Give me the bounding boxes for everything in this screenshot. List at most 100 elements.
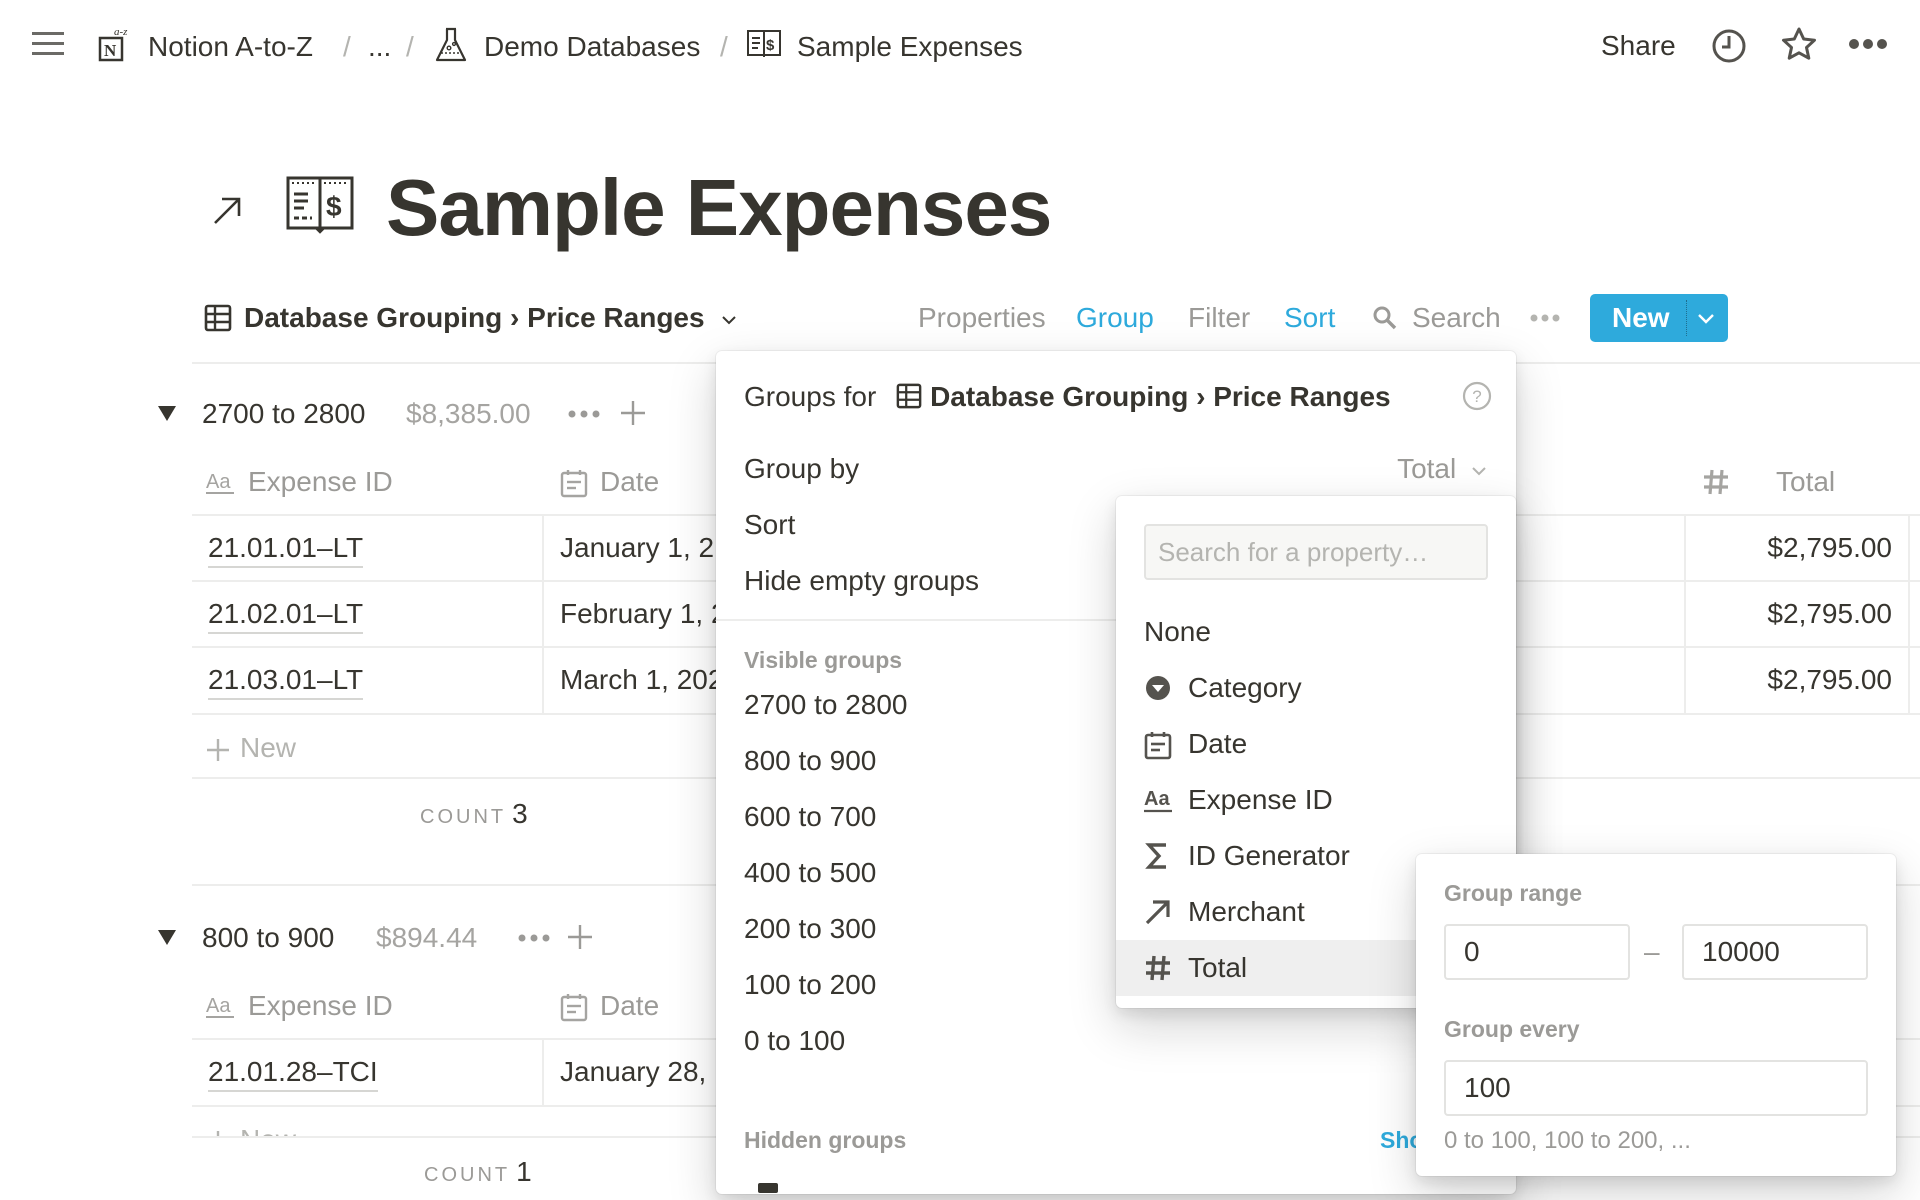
breadcrumb-demo-databases[interactable]: Demo Databases xyxy=(484,30,700,64)
collapse-triangle-icon[interactable] xyxy=(157,928,177,946)
count-value: 3 xyxy=(512,798,528,829)
flask-icon xyxy=(434,26,468,64)
cell-total[interactable]: $2,795.00 xyxy=(1767,596,1892,632)
add-new-row-clipped[interactable]: New xyxy=(192,1106,752,1136)
property-option-label: None xyxy=(1144,616,1211,647)
visible-group-item[interactable]: 400 to 500 xyxy=(744,855,876,891)
property-option-label: Date xyxy=(1188,728,1248,759)
property-option-label: Merchant xyxy=(1188,896,1305,927)
text-title-icon: Aa xyxy=(1144,786,1172,814)
search-icon[interactable] xyxy=(1372,305,1398,331)
view-more-icon[interactable] xyxy=(1530,313,1560,323)
relation-arrow-icon xyxy=(1144,898,1172,926)
visible-group-item[interactable]: 2700 to 2800 xyxy=(744,687,908,723)
search-button[interactable]: Search xyxy=(1412,300,1501,336)
collapse-triangle-icon[interactable] xyxy=(157,404,177,422)
property-option-expense-id[interactable]: Aa Expense ID xyxy=(1116,772,1516,828)
group-more-icon[interactable] xyxy=(568,409,600,419)
calendar-icon xyxy=(560,468,588,498)
cell-total[interactable]: $2,795.00 xyxy=(1767,662,1892,698)
group-by-select[interactable]: Total xyxy=(1397,451,1488,487)
group-range-popover: Group range – Group every 0 to 100, 100 … xyxy=(1416,854,1896,1176)
arrow-up-right-icon[interactable] xyxy=(210,192,246,228)
count-value: 1 xyxy=(516,1156,532,1187)
text-title-icon: Aa xyxy=(206,994,236,1020)
group-sum: $894.44 xyxy=(376,922,478,953)
breadcrumb: Na-z Notion A-to-Z / ... / Demo Database… xyxy=(0,0,1100,92)
group-add-icon[interactable] xyxy=(620,400,646,426)
column-header-expense-id[interactable]: Expense ID xyxy=(248,988,393,1024)
notion-az-icon: Na-z xyxy=(98,24,132,64)
groups-popover-header: Groups for Database Grouping › Price Ran… xyxy=(744,379,1391,415)
hide-empty-groups-option[interactable]: Hide empty groups xyxy=(744,563,979,599)
visible-group-item[interactable]: 200 to 300 xyxy=(744,911,876,947)
svg-text:Aa: Aa xyxy=(206,471,231,493)
sort-button[interactable]: Sort xyxy=(1284,300,1335,336)
group-title[interactable]: 2700 to 2800 xyxy=(202,396,366,432)
cell-date[interactable]: March 1, 202 xyxy=(560,662,723,698)
cell-date[interactable]: February 1, 2 xyxy=(560,596,727,632)
add-new-label: New xyxy=(240,732,297,763)
cell-expense-id[interactable]: 21.03.01–LT xyxy=(208,662,364,700)
add-new-row-button[interactable]: New xyxy=(206,730,296,766)
group-title[interactable]: 800 to 900 xyxy=(202,920,334,956)
cell-date[interactable]: January 1, 2 xyxy=(560,530,714,566)
cell-expense-id[interactable]: 21.02.01–LT xyxy=(208,596,364,634)
cell-expense-id[interactable]: 21.01.01–LT xyxy=(208,530,364,568)
view-selector[interactable]: Database Grouping › Price Ranges xyxy=(244,300,738,336)
filter-button[interactable]: Filter xyxy=(1188,300,1250,336)
svg-text:$: $ xyxy=(326,191,342,222)
column-header-date[interactable]: Date xyxy=(600,988,659,1024)
column-header-total[interactable]: Total xyxy=(1776,464,1835,500)
group-more-icon[interactable] xyxy=(518,933,550,943)
visible-group-item[interactable]: 100 to 200 xyxy=(744,967,876,1003)
history-icon[interactable] xyxy=(1711,28,1747,64)
help-icon[interactable]: ? xyxy=(1462,381,1492,411)
visible-group-item[interactable]: 0 to 100 xyxy=(744,1023,845,1059)
calendar-icon xyxy=(560,992,588,1022)
share-button[interactable]: Share xyxy=(1601,28,1676,64)
properties-button[interactable]: Properties xyxy=(918,300,1046,336)
column-header-date[interactable]: Date xyxy=(600,464,659,500)
group-every-label: Group every xyxy=(1444,1016,1580,1042)
cell-total[interactable]: $2,795.00 xyxy=(1767,530,1892,566)
group-by-value: Total xyxy=(1397,453,1457,484)
property-option-category[interactable]: Category xyxy=(1116,660,1516,716)
property-option-none[interactable]: None xyxy=(1116,604,1516,660)
cell-date[interactable]: January 28, xyxy=(560,1054,706,1090)
property-search-input[interactable] xyxy=(1144,524,1488,580)
new-options-chevron-icon[interactable] xyxy=(1696,312,1716,326)
count-summary[interactable]: COUNT 3 xyxy=(420,796,528,835)
view-name: Database Grouping › Price Ranges xyxy=(244,302,705,333)
more-icon[interactable] xyxy=(1848,38,1888,50)
groups-view-name: Database Grouping › Price Ranges xyxy=(930,381,1391,412)
property-option-date[interactable]: Date xyxy=(1116,716,1516,772)
breadcrumb-separator: / xyxy=(343,31,351,62)
group-by-label[interactable]: Group by xyxy=(744,451,859,487)
table-view-icon[interactable] xyxy=(204,304,232,332)
add-new-row-button[interactable]: New xyxy=(206,1122,296,1136)
group-add-icon[interactable] xyxy=(567,924,593,950)
range-max-input[interactable] xyxy=(1682,924,1868,980)
page-title[interactable]: Sample Expenses xyxy=(386,160,1052,256)
breadcrumb-ellipsis[interactable]: ... xyxy=(368,30,391,64)
visible-groups-label: Visible groups xyxy=(744,647,903,673)
page-icon-ledger[interactable]: $ xyxy=(284,174,356,238)
visible-group-item[interactable]: 600 to 700 xyxy=(744,799,876,835)
group-button[interactable]: Group xyxy=(1076,300,1154,336)
cell-expense-id[interactable]: 21.01.28–TCI xyxy=(208,1054,378,1092)
group-sort-option[interactable]: Sort xyxy=(744,507,795,543)
ledger-icon: $ xyxy=(746,28,782,60)
favorite-star-icon[interactable] xyxy=(1780,26,1818,64)
count-summary[interactable]: COUNT 1 xyxy=(424,1154,532,1193)
breadcrumb-sample-expenses[interactable]: Sample Expenses xyxy=(797,30,1023,64)
breadcrumb-notion-a-to-z[interactable]: Notion A-to-Z xyxy=(148,30,313,64)
formula-sigma-icon xyxy=(1144,842,1172,870)
group-every-input[interactable] xyxy=(1444,1060,1868,1116)
visible-group-item[interactable]: 800 to 900 xyxy=(744,743,876,779)
chevron-down-icon xyxy=(720,314,738,326)
column-header-expense-id[interactable]: Expense ID xyxy=(248,464,393,500)
range-min-input[interactable] xyxy=(1444,924,1630,980)
new-button[interactable]: New xyxy=(1590,294,1728,342)
number-hash-icon xyxy=(1702,468,1730,496)
